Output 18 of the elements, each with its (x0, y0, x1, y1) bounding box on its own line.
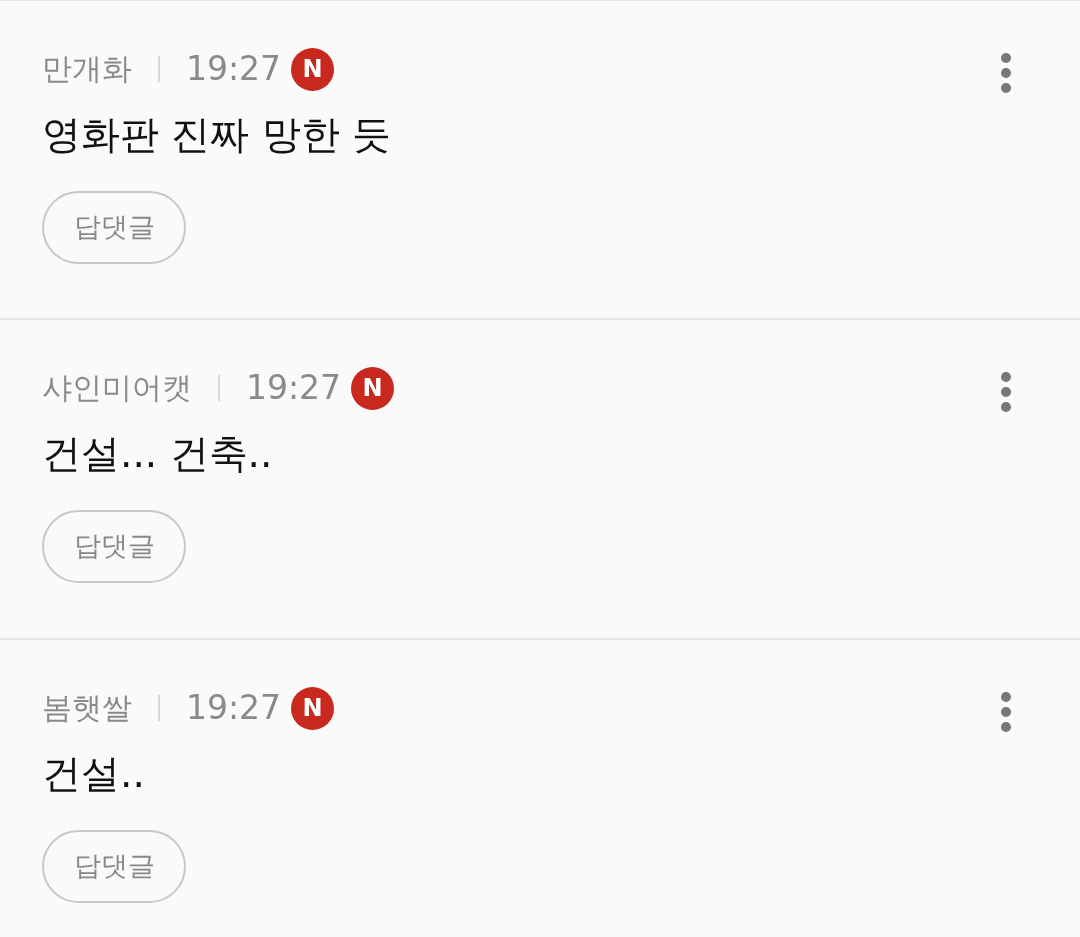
author-name: 샤인미어캣 (42, 369, 192, 407)
comment-text: 건설.. (42, 750, 146, 798)
more-options-icon[interactable] (1000, 372, 1012, 412)
comment-time: 19:27 (246, 367, 342, 409)
reply-button[interactable]: 답댓글 (42, 191, 186, 264)
comment-time: 19:27 (186, 48, 282, 90)
comment-text: 건설... 건축.. (42, 430, 274, 478)
author-name: 봄햇쌀 (42, 689, 132, 727)
more-options-icon[interactable] (1000, 53, 1012, 93)
comment-text: 영화판 진짜 망한 듯 (42, 111, 393, 159)
source-badge: N (291, 47, 335, 91)
more-options-icon[interactable] (1000, 692, 1012, 732)
source-badge: N (351, 366, 395, 410)
source-badge: N (291, 686, 335, 730)
author-name: 만개화 (42, 50, 132, 88)
reply-button[interactable]: 답댓글 (42, 830, 186, 903)
reply-button[interactable]: 답댓글 (42, 510, 186, 583)
comment-time: 19:27 (186, 687, 282, 729)
